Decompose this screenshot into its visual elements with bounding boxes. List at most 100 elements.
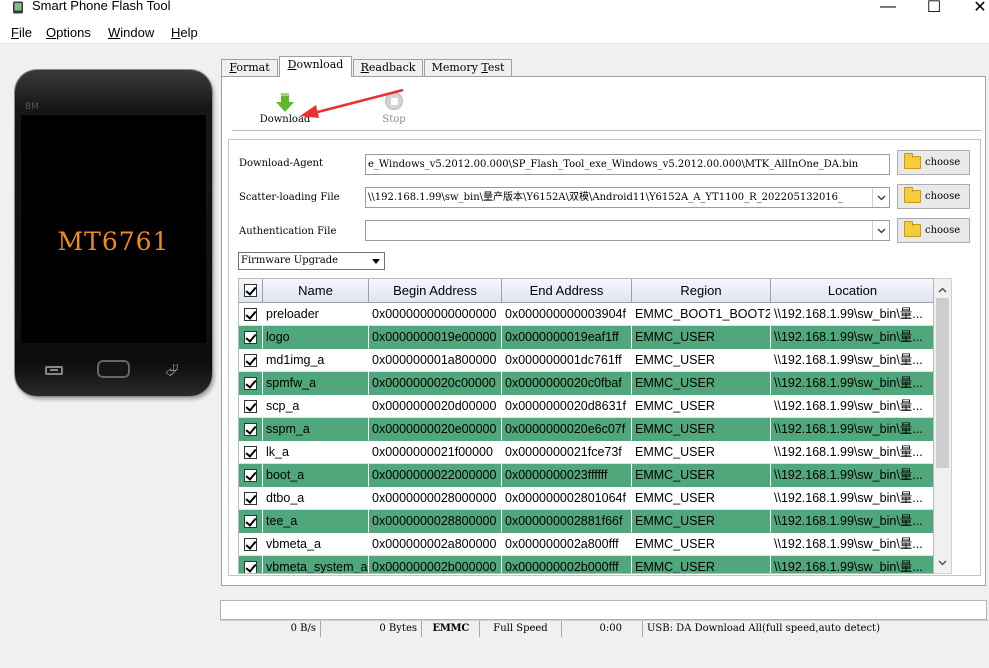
tab-memory-test[interactable]: Memory Test [424, 59, 512, 77]
table-row[interactable]: md1img_a 0x000000001a800000 0x000000001dc7… [239, 349, 933, 372]
cell-region: EMMC_USER [632, 349, 771, 372]
cell-end: 0x0000000019eaf1ff [502, 326, 632, 349]
cell-name: scp_a [263, 395, 369, 418]
header-end-address[interactable]: End Address [502, 279, 632, 303]
row-checkbox[interactable] [239, 487, 263, 510]
header-name[interactable]: Name [263, 279, 369, 303]
maximize-icon[interactable]: ☐ [914, 0, 954, 18]
row-checkbox[interactable] [239, 349, 263, 372]
folder-icon [904, 187, 921, 203]
row-checkbox[interactable] [239, 441, 263, 464]
choose-auth-button[interactable]: choose [897, 218, 970, 243]
cell-location: \\192.168.1.99\sw_bin\量... [771, 326, 933, 349]
checkbox-icon [244, 560, 257, 573]
menu-window[interactable]: Window [108, 25, 154, 41]
cell-begin: 0x0000000028000000 [369, 487, 502, 510]
cell-begin: 0x0000000028800000 [369, 510, 502, 533]
download-agent-input[interactable]: e_Windows_v5.2012.00.000\SP_Flash_Tool_e… [365, 154, 890, 175]
menu-options[interactable]: Options [46, 25, 91, 41]
close-icon[interactable]: ✕ [960, 0, 989, 18]
select-all-checkbox[interactable] [239, 279, 263, 303]
status-storage: EMMC [422, 621, 480, 637]
chevron-down-icon[interactable] [872, 188, 889, 207]
table-row[interactable]: logo 0x0000000019e00000 0x0000000019eaf1ff… [239, 326, 933, 349]
status-time: 0:00 [562, 621, 643, 637]
cell-region: EMMC_USER [632, 533, 771, 556]
table-row[interactable]: vbmeta_system_a 0x000000002b000000 0x00000… [239, 556, 933, 573]
row-checkbox[interactable] [239, 556, 263, 573]
cell-end: 0x000000002a800fff [502, 533, 632, 556]
cell-name: dtbo_a [263, 487, 369, 510]
table-row[interactable]: vbmeta_a 0x000000002a800000 0x000000002a80… [239, 533, 933, 556]
app-icon [13, 1, 23, 14]
row-checkbox[interactable] [239, 326, 263, 349]
cell-begin: 0x0000000020e00000 [369, 418, 502, 441]
header-begin-address[interactable]: Begin Address [369, 279, 502, 303]
cell-region: EMMC_USER [632, 372, 771, 395]
status-speed: 0 B/s [220, 621, 321, 637]
cell-region: EMMC_USER [632, 395, 771, 418]
cell-location: \\192.168.1.99\sw_bin\量... [771, 464, 933, 487]
cell-end: 0x000000002881f66f [502, 510, 632, 533]
header-region[interactable]: Region [632, 279, 771, 303]
auth-file-combo[interactable] [365, 220, 890, 241]
cell-begin: 0x0000000000000000 [369, 303, 502, 326]
mode-select[interactable]: Firmware Upgrade [238, 252, 385, 270]
cell-location: \\192.168.1.99\sw_bin\量... [771, 418, 933, 441]
cell-region: EMMC_USER [632, 418, 771, 441]
status-bar: 0 B/s 0 Bytes EMMC Full Speed 0:00 USB: … [220, 620, 989, 637]
table-row[interactable]: scp_a 0x0000000020d00000 0x0000000020d8631… [239, 395, 933, 418]
row-checkbox[interactable] [239, 464, 263, 487]
cell-name: lk_a [263, 441, 369, 464]
cell-location: \\192.168.1.99\sw_bin\量... [771, 303, 933, 326]
tab-download[interactable]: Download [279, 56, 352, 77]
window-title: Smart Phone Flash Tool [32, 0, 171, 13]
checkbox-icon [244, 445, 257, 459]
scatter-file-combo[interactable]: \\192.168.1.99\sw_bin\量产版本\Y6152A\双模\And… [365, 187, 890, 208]
auth-file-label: Authentication File [239, 226, 337, 237]
table-row[interactable]: boot_a 0x0000000022000000 0x0000000023ffff… [239, 464, 933, 487]
header-location[interactable]: Location [771, 279, 933, 303]
status-bytes: 0 Bytes [321, 621, 422, 637]
cell-end: 0x000000000003904f [502, 303, 632, 326]
row-checkbox[interactable] [239, 510, 263, 533]
checkbox-icon [244, 468, 257, 482]
scroll-down-icon[interactable] [934, 554, 951, 571]
row-checkbox[interactable] [239, 395, 263, 418]
cell-location: \\192.168.1.99\sw_bin\量... [771, 556, 933, 573]
choose-scatter-button[interactable]: choose [897, 184, 970, 209]
cell-name: sspm_a [263, 418, 369, 441]
cell-name: logo [263, 326, 369, 349]
folder-icon [904, 153, 921, 169]
table-row[interactable]: spmfw_a 0x0000000020c00000 0x0000000020c0f… [239, 372, 933, 395]
tab-format[interactable]: Format [221, 59, 278, 77]
scroll-up-icon[interactable] [934, 281, 951, 298]
table-row[interactable]: dtbo_a 0x0000000028000000 0x00000000280106… [239, 487, 933, 510]
cell-region: EMMC_USER [632, 556, 771, 573]
tab-readback[interactable]: Readback [353, 59, 423, 77]
phone-home-icon [97, 360, 130, 378]
row-checkbox[interactable] [239, 303, 263, 326]
menu-file[interactable]: File [11, 25, 32, 41]
annotation-arrow-icon [300, 88, 404, 118]
row-checkbox[interactable] [239, 533, 263, 556]
row-checkbox[interactable] [239, 418, 263, 441]
table-row[interactable]: sspm_a 0x0000000020e00000 0x0000000020e6c0… [239, 418, 933, 441]
cell-end: 0x0000000021fce73f [502, 441, 632, 464]
table-row[interactable]: lk_a 0x0000000021f00000 0x0000000021fce73f… [239, 441, 933, 464]
checkbox-icon [244, 537, 257, 551]
menu-help[interactable]: Help [171, 25, 198, 41]
cell-begin: 0x0000000022000000 [369, 464, 502, 487]
minimize-icon[interactable]: — [868, 0, 908, 18]
choose-agent-button[interactable]: choose [897, 150, 970, 175]
table-row[interactable]: preloader 0x0000000000000000 0x00000000000… [239, 303, 933, 326]
table-scrollbar[interactable] [934, 278, 952, 574]
download-agent-label: Download-Agent [239, 158, 323, 169]
cell-location: \\192.168.1.99\sw_bin\量... [771, 487, 933, 510]
row-checkbox[interactable] [239, 372, 263, 395]
checkbox-icon [244, 514, 257, 528]
scroll-thumb[interactable] [936, 298, 949, 468]
table-row[interactable]: tee_a 0x0000000028800000 0x000000002881f66… [239, 510, 933, 533]
cell-end: 0x000000001dc761ff [502, 349, 632, 372]
chevron-down-icon[interactable] [872, 221, 889, 240]
